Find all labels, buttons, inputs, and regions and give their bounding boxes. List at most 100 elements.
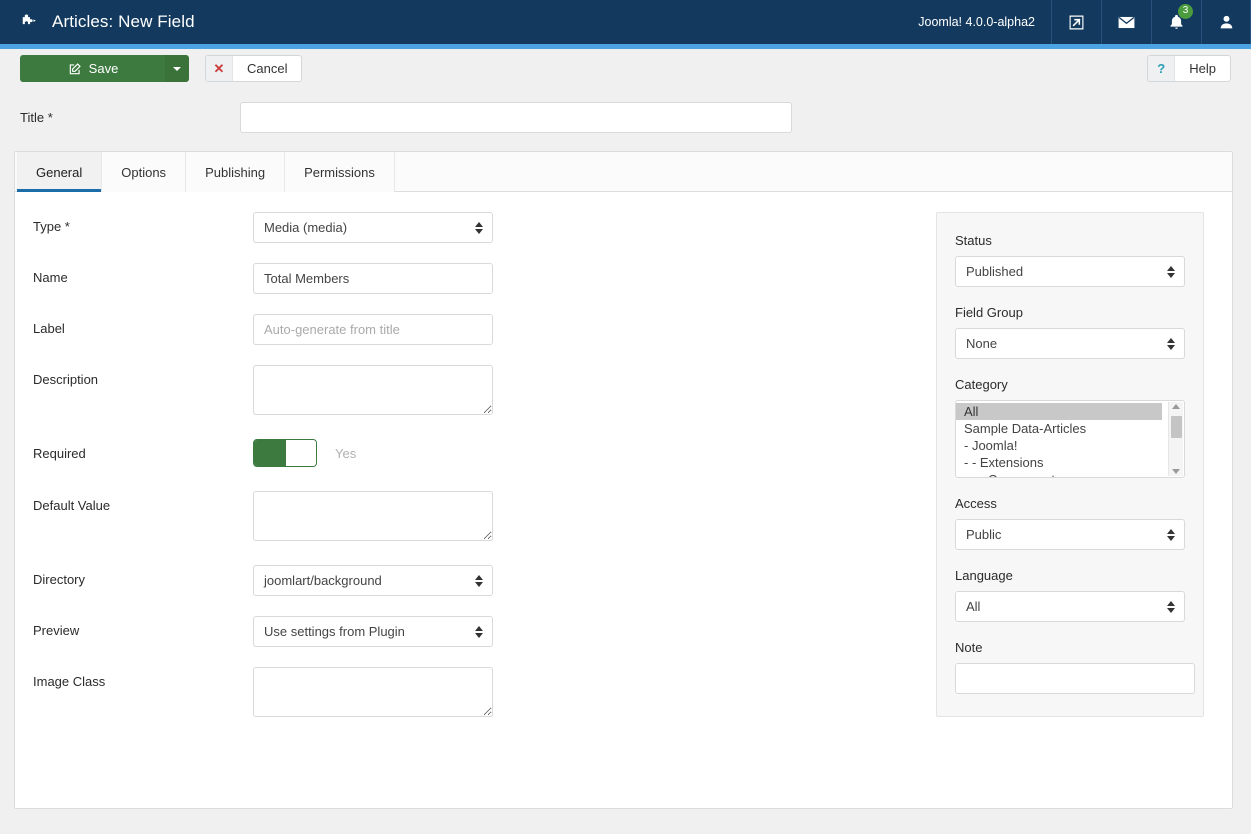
name-input[interactable]	[253, 263, 493, 294]
header-actions: Joomla! 4.0.0-alpha2 3	[902, 0, 1251, 44]
select-arrows-icon	[1167, 265, 1175, 278]
close-icon: ✕	[206, 56, 233, 81]
field-form: Type * Media (media) Name Label	[15, 212, 915, 737]
field-row-type: Type * Media (media)	[33, 212, 915, 243]
content-card: General Options Publishing Permissions T…	[14, 151, 1233, 809]
tab-general[interactable]: General	[17, 152, 103, 192]
required-toggle-state: Yes	[335, 445, 357, 461]
scroll-up-icon[interactable]	[1172, 404, 1180, 409]
required-toggle[interactable]	[253, 439, 317, 467]
type-label: Type *	[33, 219, 70, 234]
select-arrows-icon	[1167, 528, 1175, 541]
page-title: Articles: New Field	[52, 12, 195, 31]
field-group-select[interactable]: None	[955, 328, 1185, 359]
help-button-label: Help	[1189, 61, 1216, 76]
general-tab-panel: Type * Media (media) Name Label	[15, 192, 1232, 737]
directory-select-value: joomlart/background	[264, 573, 382, 588]
label-input[interactable]	[253, 314, 493, 345]
select-arrows-icon	[475, 221, 483, 234]
name-label: Name	[33, 270, 68, 285]
sidebar-group-status: Status Published	[955, 233, 1185, 287]
field-row-description: Description	[33, 365, 915, 415]
language-select[interactable]: All	[955, 591, 1185, 622]
image-class-textarea[interactable]	[253, 667, 493, 717]
field-row-name: Name	[33, 263, 915, 294]
select-arrows-icon	[1167, 337, 1175, 350]
save-button-label: Save	[88, 61, 119, 76]
access-select-value: Public	[966, 527, 1002, 542]
field-row-image-class: Image Class	[33, 667, 915, 717]
toolbar: Save ✕ Cancel ? Help	[0, 44, 1251, 93]
category-label: Category	[955, 377, 1008, 392]
tab-bar: General Options Publishing Permissions	[15, 152, 1232, 192]
scroll-down-icon[interactable]	[1172, 469, 1180, 474]
status-label: Status	[955, 233, 992, 248]
field-row-required: Required Yes	[33, 439, 915, 467]
scrollbar-thumb[interactable]	[1171, 416, 1182, 438]
field-row-default-value: Default Value	[33, 491, 915, 541]
list-item[interactable]: Sample Data-Articles	[956, 420, 1184, 437]
cancel-button[interactable]: ✕ Cancel	[205, 55, 303, 82]
type-select[interactable]: Media (media)	[253, 212, 493, 243]
select-arrows-icon	[475, 625, 483, 638]
bell-icon[interactable]: 3	[1151, 0, 1201, 44]
field-row-preview: Preview Use settings from Plugin	[33, 616, 915, 647]
default-value-textarea[interactable]	[253, 491, 493, 541]
default-value-label: Default Value	[33, 498, 111, 513]
status-select[interactable]: Published	[955, 256, 1185, 287]
description-label: Description	[33, 372, 99, 387]
sidebar-group-language: Language All	[955, 568, 1185, 622]
label-label: Label	[33, 321, 65, 336]
notification-badge: 3	[1178, 4, 1193, 19]
tab-options[interactable]: Options	[102, 152, 187, 192]
tab-permissions[interactable]: Permissions	[285, 152, 395, 192]
external-link-icon[interactable]	[1051, 0, 1101, 44]
select-arrows-icon	[1167, 600, 1175, 613]
access-label: Access	[955, 496, 997, 511]
field-group-label: Field Group	[955, 305, 1023, 320]
category-scrollbar[interactable]	[1168, 402, 1183, 476]
description-textarea[interactable]	[253, 365, 493, 415]
sidebar-group-field-group: Field Group None	[955, 305, 1185, 359]
field-sidebar-panel: Status Published Field Group None Catego…	[936, 212, 1204, 717]
category-listbox[interactable]: All Sample Data-Articles - Joomla! - - E…	[955, 400, 1185, 478]
field-row-directory: Directory joomlart/background	[33, 565, 915, 596]
envelope-icon[interactable]	[1101, 0, 1151, 44]
chevron-down-icon	[173, 66, 181, 71]
top-header-bar: Articles: New Field Joomla! 4.0.0-alpha2…	[0, 0, 1251, 49]
field-group-select-value: None	[966, 336, 998, 351]
help-button[interactable]: ? Help	[1147, 55, 1231, 82]
title-row: Title *	[0, 93, 1251, 141]
toggle-fill	[254, 440, 285, 466]
user-icon[interactable]	[1201, 0, 1251, 44]
sidebar-group-category: Category All Sample Data-Articles - Joom…	[955, 377, 1185, 478]
access-select[interactable]: Public	[955, 519, 1185, 550]
list-item[interactable]: - - Extensions	[956, 454, 1184, 471]
type-select-value: Media (media)	[264, 220, 348, 235]
select-arrows-icon	[475, 574, 483, 587]
pencil-square-icon	[69, 62, 81, 74]
list-item[interactable]: - - - Components	[956, 471, 1184, 477]
question-mark-icon: ?	[1148, 56, 1176, 81]
cancel-button-label: Cancel	[247, 61, 288, 76]
save-button[interactable]: Save	[20, 55, 165, 82]
title-field-label: Title *	[20, 109, 53, 125]
directory-label: Directory	[33, 572, 86, 587]
preview-select[interactable]: Use settings from Plugin	[253, 616, 493, 647]
sidebar-group-note: Note	[955, 640, 1195, 694]
toggle-knob	[284, 440, 316, 466]
header-accent-strip	[0, 44, 1251, 49]
language-label: Language	[955, 568, 1013, 583]
list-item[interactable]: - Joomla!	[956, 437, 1184, 454]
note-input[interactable]	[955, 663, 1195, 694]
field-row-label: Label	[33, 314, 915, 345]
note-label: Note	[955, 640, 983, 655]
list-item[interactable]: All	[956, 403, 1162, 420]
image-class-label: Image Class	[33, 674, 106, 689]
title-input[interactable]	[240, 101, 792, 133]
directory-select[interactable]: joomlart/background	[253, 565, 493, 596]
tab-publishing[interactable]: Publishing	[186, 152, 286, 192]
preview-select-value: Use settings from Plugin	[264, 624, 405, 639]
sidebar-group-access: Access Public	[955, 496, 1185, 550]
save-dropdown-toggle[interactable]	[165, 55, 189, 82]
